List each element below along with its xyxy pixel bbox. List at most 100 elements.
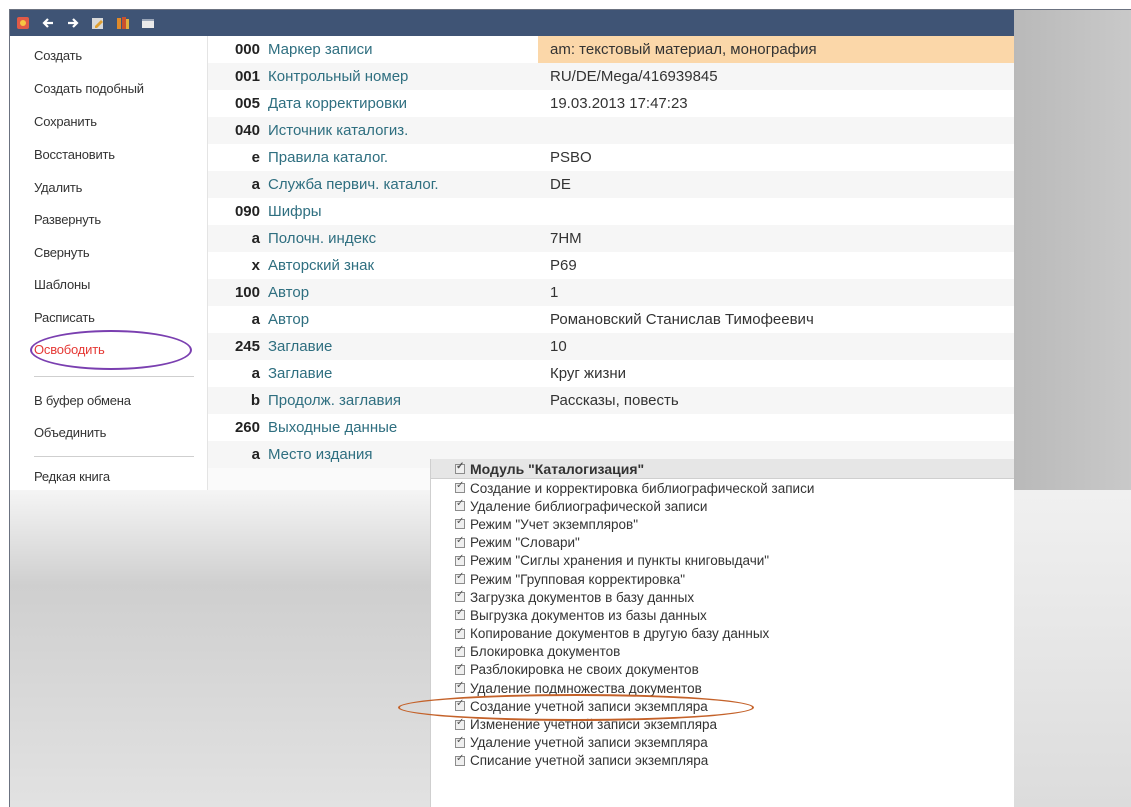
field-value[interactable]: Рассказы, повесть — [538, 387, 1014, 414]
sidebar-item-collapse[interactable]: Свернуть — [34, 245, 90, 260]
table-row[interactable]: a Полочн. индекс 7HM — [208, 225, 1014, 252]
permission-item[interactable]: Удаление учетной записи экземпляра — [431, 734, 1014, 752]
checkbox-checked-icon[interactable] — [455, 589, 465, 603]
table-row[interactable]: 001 Контрольный номер RU/DE/Mega/4169398… — [208, 63, 1014, 90]
field-label[interactable]: Маркер записи — [268, 41, 538, 58]
permission-item[interactable]: Списание учетной записи экземпляра — [431, 752, 1014, 770]
field-value[interactable]: RU/DE/Mega/416939845 — [538, 63, 1014, 90]
checkbox-checked-icon[interactable] — [455, 717, 465, 730]
sidebar-item-create[interactable]: Создать — [34, 48, 82, 63]
sidebar-item-templates[interactable]: Шаблоны — [34, 277, 90, 292]
table-row[interactable]: x Авторский знак P69 — [208, 252, 1014, 279]
checkbox-checked-icon[interactable] — [455, 571, 465, 585]
field-label[interactable]: Правила каталог. — [268, 149, 538, 166]
sidebar-item-describe[interactable]: Расписать — [34, 310, 95, 325]
permission-item[interactable]: Копирование документов в другую базу дан… — [431, 625, 1014, 643]
books-icon[interactable] — [116, 16, 130, 30]
table-row[interactable]: a Служба первич. каталог. DE — [208, 171, 1014, 198]
field-label[interactable]: Служба первич. каталог. — [268, 176, 538, 193]
checkbox-checked-icon[interactable] — [455, 735, 465, 748]
field-label[interactable]: Автор — [268, 311, 538, 328]
field-value[interactable]: 19.03.2013 17:47:23 — [538, 90, 1014, 117]
checkbox-checked-icon[interactable] — [455, 535, 465, 548]
sidebar-item-release[interactable]: Освободить — [34, 342, 105, 357]
field-value[interactable] — [538, 117, 1014, 144]
field-label[interactable]: Авторский знак — [268, 257, 538, 274]
field-label[interactable]: Автор — [268, 284, 538, 301]
permission-item[interactable]: Загрузка документов в базу данных — [431, 588, 1014, 606]
checkbox-checked-icon[interactable] — [455, 644, 465, 657]
window-icon[interactable] — [141, 16, 155, 30]
table-row[interactable]: e Правила каталог. PSBO — [208, 144, 1014, 171]
field-label[interactable]: Выходные данные — [268, 419, 538, 436]
sidebar-item-save[interactable]: Сохранить — [34, 114, 97, 129]
field-value[interactable]: Круг жизни — [538, 360, 1014, 387]
sidebar-item-expand[interactable]: Развернуть — [34, 212, 101, 227]
checkbox-checked-icon[interactable] — [455, 498, 465, 512]
field-label[interactable]: Дата корректировки — [268, 95, 538, 112]
permissions-module-header[interactable]: Модуль "Каталогизация" — [431, 459, 1014, 479]
sidebar-item-copy-to-clipboard[interactable]: В буфер обмена — [34, 393, 131, 408]
field-label[interactable]: Контрольный номер — [268, 68, 538, 85]
checkbox-checked-icon[interactable] — [455, 461, 465, 474]
permission-item[interactable]: Разблокировка не своих документов — [431, 661, 1014, 679]
permission-item[interactable]: Выгрузка документов из базы данных — [431, 606, 1014, 624]
field-value[interactable]: PSBO — [538, 144, 1014, 171]
field-value[interactable]: DE — [538, 171, 1014, 198]
checkbox-checked-icon[interactable] — [455, 516, 465, 530]
field-value[interactable]: 7HM — [538, 225, 1014, 252]
permission-item[interactable]: Создание и корректировка библиографическ… — [431, 479, 1014, 497]
table-row[interactable]: a Заглавие Круг жизни — [208, 360, 1014, 387]
permission-item[interactable]: Режим "Словари" — [431, 534, 1014, 552]
table-row[interactable]: b Продолж. заглавия Рассказы, повесть — [208, 387, 1014, 414]
field-value[interactable]: 1 — [538, 279, 1014, 306]
sidebar-item-create-similar[interactable]: Создать подобный — [34, 81, 144, 96]
table-row[interactable]: a Автор Романовский Станислав Тимофеевич — [208, 306, 1014, 333]
forward-arrow-icon[interactable] — [66, 16, 80, 30]
field-label[interactable]: Шифры — [268, 203, 538, 220]
checkbox-checked-icon[interactable] — [455, 662, 465, 675]
permission-item[interactable]: Удаление подмножества документов — [431, 679, 1014, 697]
table-row[interactable]: 000 Маркер записи am: текстовый материал… — [208, 36, 1014, 63]
permission-item[interactable]: Режим "Групповая корректировка" — [431, 570, 1014, 588]
checkbox-checked-icon[interactable] — [455, 680, 465, 694]
table-row[interactable]: 260 Выходные данные — [208, 414, 1014, 441]
permission-item[interactable]: Удаление библиографической записи — [431, 497, 1014, 515]
field-code: 000 — [234, 41, 260, 58]
checkbox-checked-icon[interactable] — [455, 698, 465, 712]
table-row[interactable]: 040 Источник каталогиз. — [208, 117, 1014, 144]
permission-item[interactable]: Режим "Учет экземпляров" — [431, 515, 1014, 533]
back-arrow-icon[interactable] — [41, 16, 55, 30]
permission-item[interactable]: Изменение учетной записи экземпляра — [431, 715, 1014, 733]
field-value[interactable] — [538, 414, 1014, 441]
sidebar-item-restore[interactable]: Восстановить — [34, 147, 115, 162]
sidebar-item-rare-book[interactable]: Редкая книга — [34, 469, 110, 484]
field-value[interactable]: P69 — [538, 252, 1014, 279]
checkbox-checked-icon[interactable] — [455, 607, 465, 621]
edit-icon[interactable] — [91, 16, 105, 30]
checkbox-checked-icon[interactable] — [455, 626, 465, 639]
field-label[interactable]: Заглавие — [268, 338, 538, 355]
permission-item[interactable]: Блокировка документов — [431, 643, 1014, 661]
field-label[interactable]: Продолж. заглавия — [268, 392, 538, 409]
checkbox-checked-icon[interactable] — [455, 480, 465, 494]
app-logo-icon[interactable] — [16, 16, 30, 30]
table-row[interactable]: 090 Шифры — [208, 198, 1014, 225]
field-label[interactable]: Заглавие — [268, 365, 538, 382]
checkbox-checked-icon[interactable] — [455, 553, 465, 566]
field-code: 005 — [234, 95, 260, 112]
field-value[interactable]: am: текстовый материал, монография — [538, 36, 1014, 63]
field-value[interactable]: Романовский Станислав Тимофеевич — [538, 306, 1014, 333]
field-label[interactable]: Полочн. индекс — [268, 230, 538, 247]
field-value[interactable]: 10 — [538, 333, 1014, 360]
checkbox-checked-icon[interactable] — [455, 753, 465, 766]
permission-item[interactable]: Режим "Сиглы хранения и пункты книговыда… — [431, 552, 1014, 570]
table-row[interactable]: 100 Автор 1 — [208, 279, 1014, 306]
sidebar-item-merge[interactable]: Объединить — [34, 425, 106, 440]
field-label[interactable]: Источник каталогиз. — [268, 122, 538, 139]
table-row[interactable]: 245 Заглавие 10 — [208, 333, 1014, 360]
field-value[interactable] — [538, 198, 1014, 225]
sidebar-item-delete[interactable]: Удалить — [34, 180, 82, 195]
permission-item[interactable]: Создание учетной записи экземпляра — [431, 697, 1014, 715]
table-row[interactable]: 005 Дата корректировки 19.03.2013 17:47:… — [208, 90, 1014, 117]
